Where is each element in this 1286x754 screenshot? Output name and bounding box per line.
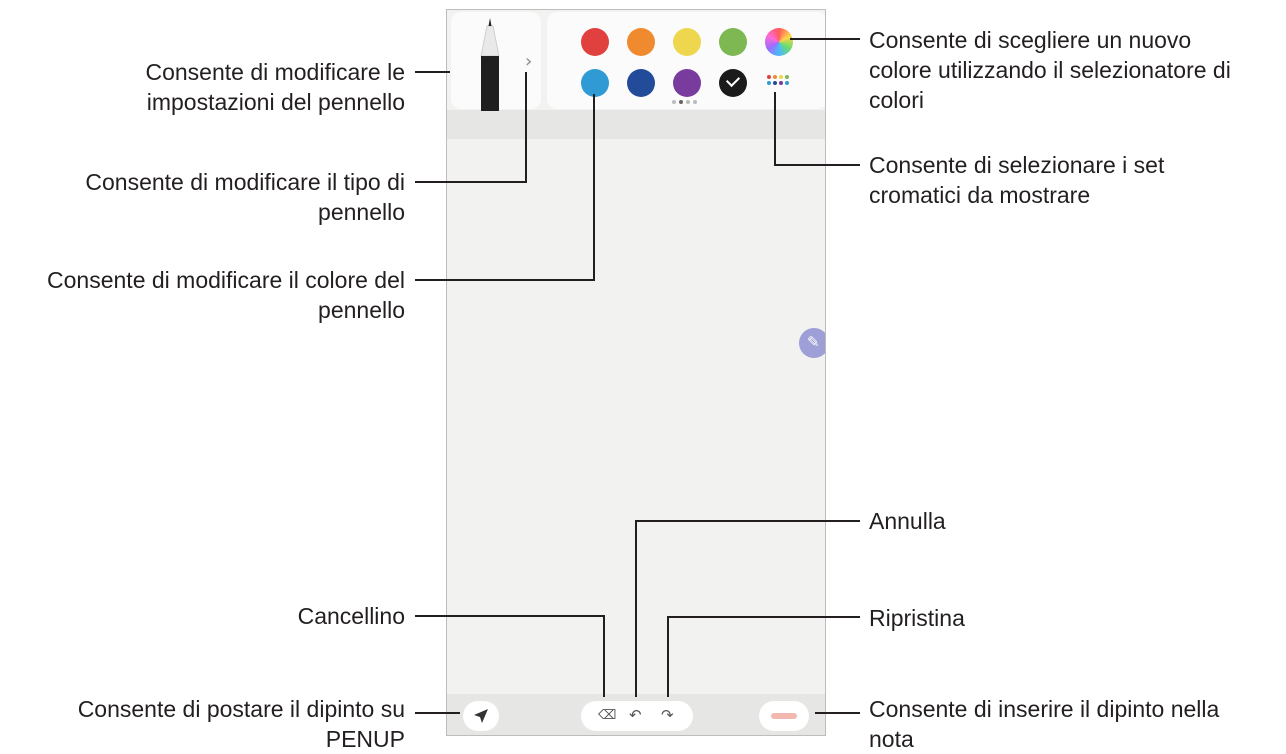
color-swatch-black[interactable]: [719, 69, 747, 97]
brush-settings-button[interactable]: ›: [451, 12, 541, 111]
leader-line: [774, 92, 776, 166]
chevron-right-icon[interactable]: ›: [525, 53, 532, 71]
color-swatch-orange[interactable]: [627, 28, 655, 56]
leader-line: [635, 520, 637, 697]
eraser-icon[interactable]: ⌫: [598, 708, 616, 724]
leader-line: [415, 71, 450, 73]
bottom-toolbar: ⌫ ↶ ↷: [447, 694, 825, 735]
color-swatch-navy[interactable]: [627, 69, 655, 97]
pencil-icon[interactable]: ✎: [799, 328, 825, 358]
leader-line: [415, 181, 527, 183]
callout-brush-type: Consente di modificare il tipo di pennel…: [85, 169, 405, 225]
undo-icon[interactable]: ↶: [629, 707, 642, 723]
send-icon: [474, 709, 488, 723]
callout-color-picker: Consente di scegliere un nuovo colore ut…: [869, 27, 1231, 113]
toolbar-divider: [447, 110, 825, 140]
leader-line: [593, 94, 595, 281]
leader-line: [415, 615, 605, 617]
color-swatch-yellow[interactable]: [673, 28, 701, 56]
callout-brush-settings: Consente di modificare le impostazioni d…: [145, 59, 405, 115]
leader-line: [603, 615, 605, 697]
color-palette: [547, 12, 825, 109]
callout-color-sets: Consente di selezionare i set cromatici …: [869, 152, 1165, 208]
leader-line: [667, 616, 860, 618]
palette-grid-icon[interactable]: [767, 75, 791, 91]
callout-eraser: Cancellino: [297, 603, 405, 629]
redo-icon[interactable]: ↷: [661, 707, 674, 723]
leader-line: [635, 520, 860, 522]
color-wheel-icon[interactable]: [765, 28, 793, 56]
page-indicator-dot: [693, 100, 697, 104]
brush-icon: [480, 18, 500, 111]
color-swatch-green[interactable]: [719, 28, 747, 56]
insert-button[interactable]: [759, 701, 809, 731]
color-swatch-blue[interactable]: [581, 69, 609, 97]
callout-undo: Annulla: [869, 508, 946, 534]
page-indicator-dot: [679, 100, 683, 104]
callout-insert: Consente di inserire il dipinto nella no…: [869, 696, 1220, 752]
page-indicator-dot: [672, 100, 676, 104]
edit-actions-group: ⌫ ↶ ↷: [581, 701, 693, 731]
callout-redo: Ripristina: [869, 605, 965, 631]
callout-brush-color: Consente di modificare il colore del pen…: [47, 267, 405, 323]
leader-line: [790, 38, 860, 40]
leader-line: [775, 164, 860, 166]
callout-post-penup: Consente di postare il dipinto su PENUP: [77, 696, 405, 752]
leader-line: [415, 279, 595, 281]
leader-line: [525, 72, 527, 183]
color-swatch-red[interactable]: [581, 28, 609, 56]
insert-button-label-blurred: [771, 713, 797, 719]
color-swatch-purple[interactable]: [673, 69, 701, 97]
page-indicator-dot: [686, 100, 690, 104]
leader-line: [415, 712, 460, 714]
send-button[interactable]: [463, 701, 499, 731]
leader-line: [815, 712, 860, 714]
leader-line: [667, 616, 669, 697]
